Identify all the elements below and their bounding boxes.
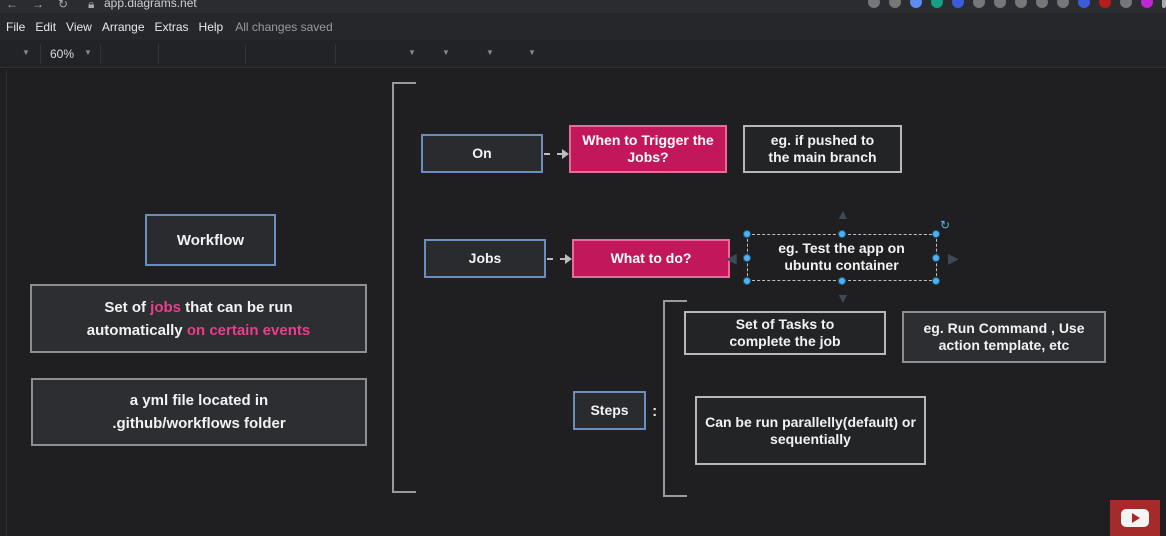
extension-icon[interactable] <box>931 0 943 8</box>
jobs-connector[interactable] <box>547 258 566 260</box>
toolbar-divider <box>40 44 41 64</box>
steps-parallel-box[interactable]: Can be run parallelly(default) or sequen… <box>695 396 926 465</box>
browser-bar: ← → ↻ 🔒︎ app.diagrams.net <box>0 0 1166 13</box>
puzzle-icon[interactable] <box>1120 0 1132 8</box>
workflow-label: Workflow <box>176 231 245 249</box>
zoom-dropdown-icon[interactable]: ▼ <box>84 48 92 57</box>
menu-extras[interactable]: Extras <box>155 20 189 34</box>
workflow-box[interactable]: Workflow <box>145 214 276 266</box>
connection-dropdown-icon[interactable]: ▼ <box>442 48 450 57</box>
toolbar-divider <box>335 44 336 64</box>
on-label: On <box>472 145 492 161</box>
extension-icon[interactable] <box>952 0 964 8</box>
toolbar-divider <box>100 44 101 64</box>
resize-handle[interactable] <box>743 277 751 285</box>
resize-handle[interactable] <box>932 277 940 285</box>
extension-icon[interactable] <box>1099 0 1111 8</box>
youtube-logo[interactable] <box>1110 500 1160 536</box>
menu-help[interactable]: Help <box>199 20 224 34</box>
on-trigger-box[interactable]: When to Trigger the Jobs? <box>569 125 727 173</box>
toolbar: ▼ 60% ▼ ▼ ▼ ▼ ▼ <box>0 40 1166 68</box>
play-icon <box>1121 509 1149 527</box>
arrow-left-icon[interactable]: ◀ <box>726 250 737 267</box>
arrow-head-icon <box>565 254 572 264</box>
workflow-definition-box[interactable]: Set of jobs that can be run automaticall… <box>30 284 367 353</box>
jobs-example-content: eg. Test the app on ubuntu container <box>748 235 935 279</box>
resize-handle[interactable] <box>932 230 940 238</box>
insert-dropdown-icon[interactable]: ▼ <box>528 48 536 57</box>
jobs-example-box[interactable]: eg. Test the app on ubuntu container <box>747 234 937 281</box>
menu-view[interactable]: View <box>66 20 92 34</box>
rotate-icon[interactable]: ↻ <box>940 218 950 232</box>
workflow-definition-text: Set of jobs that can be run automaticall… <box>62 296 335 342</box>
extension-icons <box>868 0 1166 10</box>
extension-icon[interactable] <box>1015 0 1027 8</box>
arrow-head-icon <box>562 149 569 159</box>
menu-bar: File Edit View Arrange Extras Help All c… <box>0 13 1166 40</box>
view-dropdown-icon[interactable]: ▼ <box>22 48 30 57</box>
extension-icon[interactable] <box>1036 0 1048 8</box>
yml-location-text: a yml file located in .github/workflows … <box>112 392 286 432</box>
avatar[interactable] <box>1141 0 1153 8</box>
steps-label: Steps <box>590 402 629 418</box>
menu-file[interactable]: File <box>6 20 25 34</box>
steps-tasks-box[interactable]: Set of Tasks to complete the job <box>684 311 886 355</box>
menu-edit[interactable]: Edit <box>35 20 56 34</box>
jobs-box[interactable]: Jobs <box>424 239 546 278</box>
more-icon[interactable] <box>1162 0 1166 8</box>
jobs-what-text: What to do? <box>610 250 692 266</box>
extension-icon[interactable] <box>1057 0 1069 8</box>
steps-colon: : <box>652 403 658 420</box>
arrow-up-icon[interactable]: ▲ <box>836 206 850 222</box>
steps-tasks-text: Set of Tasks to complete the job <box>729 316 841 349</box>
resize-handle[interactable] <box>838 277 846 285</box>
resize-handle[interactable] <box>932 254 940 262</box>
extension-icon[interactable] <box>1078 0 1090 8</box>
jobs-example-text: eg. Test the app on ubuntu container <box>778 240 905 273</box>
back-icon[interactable]: ← <box>6 0 18 11</box>
on-trigger-text: When to Trigger the Jobs? <box>582 132 714 165</box>
resize-handle[interactable] <box>743 254 751 262</box>
menu-arrange[interactable]: Arrange <box>102 20 145 34</box>
yml-location-box[interactable]: a yml file located in .github/workflows … <box>31 378 367 446</box>
arrow-down-icon[interactable]: ▼ <box>836 290 850 306</box>
extension-icon[interactable] <box>994 0 1006 8</box>
jobs-what-box[interactable]: What to do? <box>572 239 730 278</box>
jobs-label: Jobs <box>468 250 502 266</box>
waypoint-dropdown-icon[interactable]: ▼ <box>486 48 494 57</box>
arrow-right-icon[interactable]: ▶ <box>948 250 959 267</box>
on-example-box[interactable]: eg. if pushed to the main branch <box>743 125 902 173</box>
definition-prefix: Set of <box>104 298 151 316</box>
zoom-level[interactable]: 60% <box>50 47 74 61</box>
extension-icon[interactable] <box>868 0 880 8</box>
forward-icon[interactable]: → <box>32 0 44 11</box>
canvas-edge <box>6 70 7 536</box>
lock-icon: 🔒︎ <box>88 0 95 11</box>
toolbar-divider <box>245 44 246 64</box>
extension-icon[interactable] <box>973 0 985 8</box>
resize-handle[interactable] <box>743 230 751 238</box>
star-icon[interactable] <box>910 0 922 8</box>
on-example-text: eg. if pushed to the main branch <box>768 132 877 165</box>
toolbar-divider <box>158 44 159 64</box>
save-status: All changes saved <box>235 19 333 34</box>
reload-icon[interactable]: ↻ <box>58 0 68 11</box>
steps-box[interactable]: Steps <box>573 391 646 430</box>
steps-example-box[interactable]: eg. Run Command , Use action template, e… <box>902 311 1106 363</box>
workflow-bracket[interactable] <box>392 82 416 493</box>
on-box[interactable]: On <box>421 134 543 173</box>
on-connector[interactable] <box>544 153 563 155</box>
address-bar[interactable]: app.diagrams.net <box>104 0 197 10</box>
line-color-dropdown-icon[interactable]: ▼ <box>408 48 416 57</box>
jobs-highlight: jobs <box>150 298 181 316</box>
resize-handle[interactable] <box>838 230 846 238</box>
events-highlight: on certain events <box>186 321 311 339</box>
steps-example-text: eg. Run Command , Use action template, e… <box>923 320 1085 353</box>
steps-parallel-text: Can be run parallelly(default) or sequen… <box>705 413 916 447</box>
extension-icon[interactable] <box>889 0 901 8</box>
